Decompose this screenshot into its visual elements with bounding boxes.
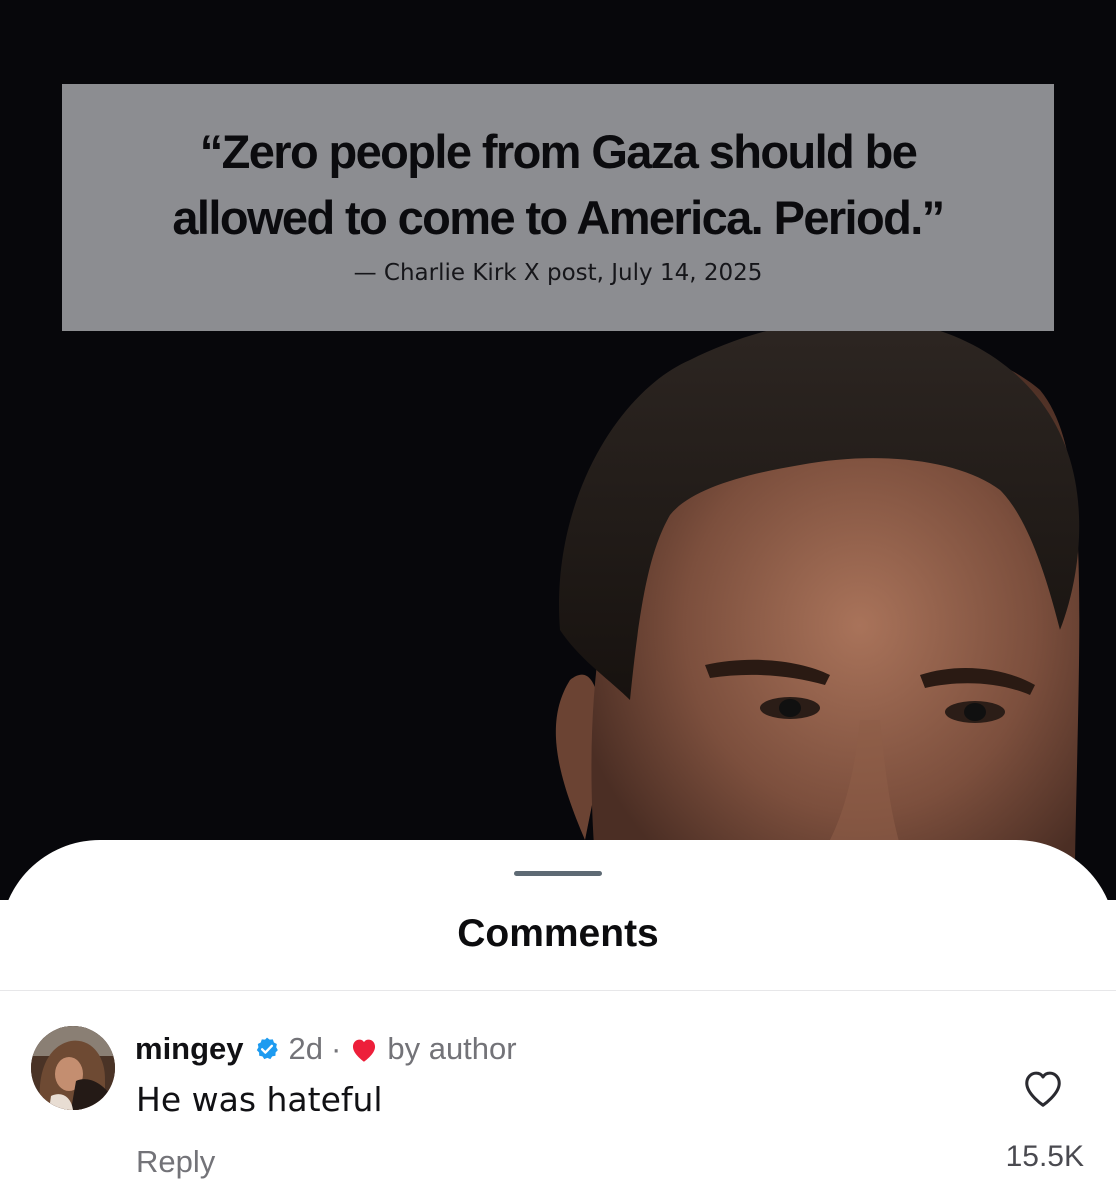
quote-attribution: — Charlie Kirk X post, July 14, 2025 [353,260,763,286]
portrait-photo [555,319,1080,860]
quote-box: “Zero people from Gaza should be allowed… [62,84,1054,331]
comment-text: He was hateful [136,1080,383,1119]
comment-item: mingey 2d · by author He was hateful Rep… [0,991,1116,1201]
like-count: 15.5K [1005,1140,1084,1173]
reply-button[interactable]: Reply [136,1146,215,1177]
username[interactable]: mingey [135,1031,244,1067]
heart-outline-icon[interactable] [1020,1067,1066,1109]
comment-time: 2d [288,1031,324,1066]
comments-title: Comments [457,912,659,955]
comment-meta: mingey 2d · by author [135,1031,517,1067]
quote-line-2: allowed to come to America. Period.” [172,191,945,244]
verified-badge-icon [256,1037,278,1060]
comments-sheet: Comments mingey 2d · by author He was ha… [0,840,1116,1201]
red-heart-icon [353,1039,376,1062]
avatar[interactable] [31,1026,115,1110]
sheet-grabber-handle[interactable] [514,871,602,876]
avatar-photo-icon [31,1026,115,1110]
liked-by-author-label: by author [387,1031,517,1066]
quote-line-1: “Zero people from Gaza should be [199,125,918,178]
meta-separator: · [331,1031,342,1066]
post-image[interactable]: “Zero people from Gaza should be allowed… [0,0,1116,900]
